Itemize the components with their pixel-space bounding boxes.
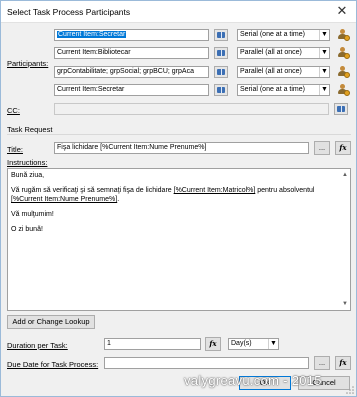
cc-field[interactable] — [54, 103, 329, 115]
person-settings-icon[interactable] — [336, 28, 350, 41]
scroll-down-icon[interactable]: ▼ — [340, 299, 350, 309]
due-date-field[interactable] — [104, 357, 309, 369]
fx-icon[interactable]: fx — [335, 356, 351, 370]
task-request-header: Task Request — [7, 125, 53, 134]
person-settings-icon[interactable] — [336, 46, 350, 59]
dropdown-arrow-icon: ▼ — [319, 85, 329, 95]
title-bar: Select Task Process Participants ✕ — [1, 1, 356, 23]
participant-field-1[interactable]: Current Item:Secretar — [54, 29, 209, 41]
instructions-greeting: Bună ziua, — [11, 172, 45, 179]
dialog-window: Select Task Process Participants ✕ Parti… — [0, 0, 357, 397]
participant-field-4[interactable]: Current Item:Secretar — [54, 84, 209, 96]
title-label: Title: — [7, 145, 23, 154]
section-divider — [7, 134, 351, 135]
dropdown-arrow-icon: ▼ — [319, 30, 329, 40]
duration-label: Duration per Task: — [7, 341, 68, 350]
address-book-icon[interactable] — [334, 103, 348, 115]
ellipsis-button[interactable]: ... — [314, 356, 330, 370]
dropdown-arrow-icon: ▼ — [268, 339, 278, 349]
address-book-icon[interactable] — [214, 84, 228, 96]
duration-unit-select[interactable]: Day(s) ▼ — [228, 338, 279, 350]
instructions-thanks: Vă mulţumim! — [11, 211, 54, 218]
order-select-4[interactable]: Serial (one at a time) ▼ — [237, 84, 330, 96]
dropdown-arrow-icon: ▼ — [319, 67, 329, 77]
order-select-1[interactable]: Serial (one at a time) ▼ — [237, 29, 330, 41]
order-select-2[interactable]: Parallel (all at once) ▼ — [237, 47, 330, 59]
add-change-lookup-button[interactable]: Add or Change Lookup — [7, 315, 95, 329]
participants-label: Participants: — [7, 59, 49, 68]
ellipsis-button[interactable]: ... — [314, 141, 330, 155]
dropdown-arrow-icon: ▼ — [319, 48, 329, 58]
person-settings-icon[interactable] — [336, 83, 350, 96]
title-field[interactable]: Fişa lichidare [%Current Item:Nume Prenu… — [54, 142, 309, 154]
lookup-matricol: [%Current Item:Matricol%] — [173, 187, 256, 194]
address-book-icon[interactable] — [214, 66, 228, 78]
window-title: Select Task Process Participants — [7, 7, 131, 17]
instructions-closing: O zi bună! — [11, 226, 43, 233]
duration-field[interactable]: 1 — [104, 338, 201, 350]
fx-icon[interactable]: fx — [335, 141, 351, 155]
lookup-nume-prenume: [%Current Item:Nume Prenume%] — [11, 196, 118, 203]
close-icon[interactable]: ✕ — [334, 3, 350, 19]
instructions-body: Vă rugăm să verificaţi şi să semnaţi fiş… — [11, 187, 315, 203]
due-date-label: Due Date for Task Process: — [7, 360, 99, 369]
instructions-textarea[interactable]: Bună ziua, Vă rugăm să verificaţi şi să … — [7, 168, 351, 311]
order-select-3[interactable]: Parallel (all at once) ▼ — [237, 66, 330, 78]
instructions-label: Instructions: — [7, 158, 48, 167]
participant-field-2[interactable]: Current Item:Bibliotecar — [54, 47, 209, 59]
cc-label: CC: — [7, 106, 20, 115]
scroll-up-icon[interactable]: ▲ — [340, 170, 350, 180]
person-settings-icon[interactable] — [336, 65, 350, 78]
participant-field-3[interactable]: grpContabilitate; grpSocial; grpBCU; grp… — [54, 66, 209, 78]
resize-grip-icon[interactable] — [346, 386, 354, 394]
watermark-text: valygreavu.com - 2015 — [184, 373, 322, 388]
fx-icon[interactable]: fx — [205, 337, 221, 351]
address-book-icon[interactable] — [214, 47, 228, 59]
address-book-icon[interactable] — [214, 29, 228, 41]
